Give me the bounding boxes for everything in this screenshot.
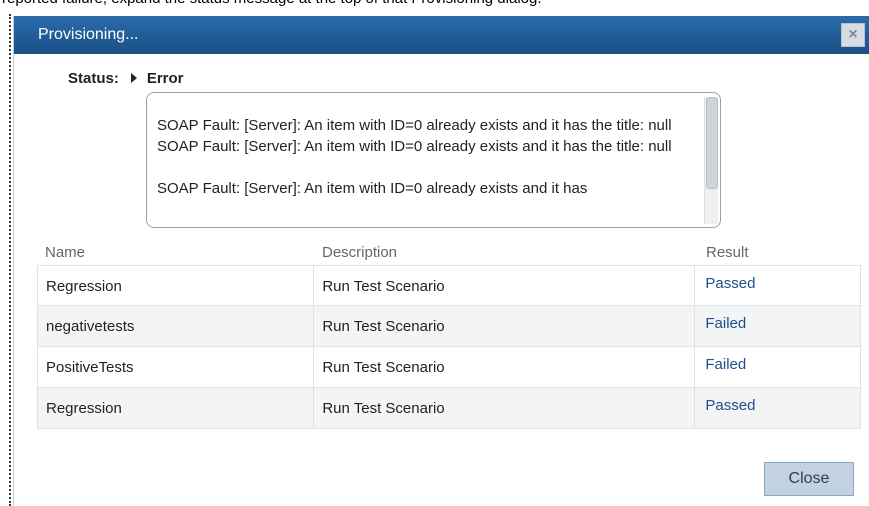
error-scrollbar[interactable]	[704, 97, 718, 224]
cell-name: Regression	[38, 388, 315, 428]
cell-result-link[interactable]: Passed	[695, 266, 860, 305]
background-instruction-text: reported failure, expand the status mess…	[0, 0, 869, 10]
cell-description: Run Test Scenario	[314, 266, 696, 305]
table-header: Name Description Result	[37, 241, 861, 265]
close-button[interactable]: Close	[764, 462, 854, 496]
table-row[interactable]: PositiveTests Run Test Scenario Failed	[37, 347, 861, 388]
expand-caret-icon[interactable]	[130, 73, 137, 83]
column-header-result: Result	[706, 244, 749, 261]
provisioning-dialog: Provisioning... × Status: Error SOAP Fau…	[13, 16, 869, 506]
close-icon[interactable]: ×	[841, 23, 865, 47]
status-value[interactable]: Error	[147, 70, 184, 87]
dialog-titlebar: Provisioning... ×	[14, 16, 869, 54]
scrollbar-thumb[interactable]	[706, 97, 718, 189]
error-paragraph: SOAP Fault: [Server]: An item with ID=0 …	[157, 117, 672, 155]
column-header-description: Description	[322, 244, 398, 261]
cell-result-link[interactable]: Failed	[695, 306, 860, 346]
table-row[interactable]: negativetests Run Test Scenario Failed	[37, 306, 861, 347]
status-row: Status: Error	[68, 68, 184, 88]
column-header-name: Name	[45, 244, 86, 261]
document-dotted-border	[9, 14, 11, 506]
cell-name: Regression	[38, 266, 315, 305]
cell-result-link[interactable]: Passed	[695, 388, 860, 428]
results-table: Name Description Result Regression Run T…	[37, 241, 861, 429]
cell-name: PositiveTests	[38, 347, 315, 387]
table-row[interactable]: Regression Run Test Scenario Passed	[37, 388, 861, 429]
dialog-title: Provisioning...	[38, 26, 139, 43]
status-label: Status:	[68, 69, 119, 87]
table-row[interactable]: Regression Run Test Scenario Passed	[37, 265, 861, 306]
cell-description: Run Test Scenario	[314, 306, 696, 346]
cell-result-link[interactable]: Failed	[695, 347, 860, 387]
cell-description: Run Test Scenario	[314, 347, 696, 387]
error-paragraph: SOAP Fault: [Server]: An item with ID=0 …	[157, 180, 588, 197]
cell-description: Run Test Scenario	[314, 388, 696, 428]
error-message-box[interactable]: SOAP Fault: [Server]: An item with ID=0 …	[146, 92, 721, 228]
error-message-text: SOAP Fault: [Server]: An item with ID=0 …	[157, 115, 697, 220]
cell-name: negativetests	[38, 306, 315, 346]
